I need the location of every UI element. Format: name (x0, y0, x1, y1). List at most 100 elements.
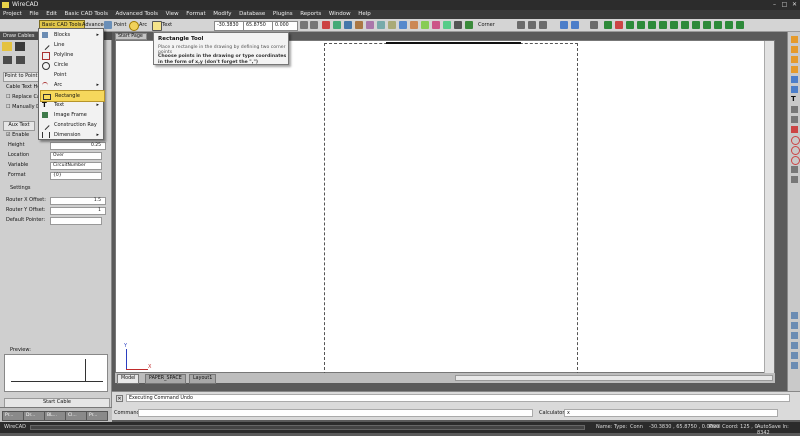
panel-tab-4[interactable]: Cl... (65, 411, 87, 421)
circle-tool-icon[interactable] (791, 136, 800, 145)
tab-layout1[interactable]: Layout1 (189, 374, 217, 384)
text-draw-icon[interactable]: T (791, 96, 798, 103)
drawing-canvas[interactable]: Y X (115, 40, 775, 375)
panel-tab-5[interactable]: Pr... (86, 411, 108, 421)
dimension-draw-icon[interactable] (791, 116, 798, 123)
point-tool-icon[interactable] (104, 21, 112, 29)
menu-modify[interactable]: Modify (210, 10, 234, 19)
menu-reports[interactable]: Reports (297, 10, 324, 19)
point-tool-label[interactable]: Point (114, 21, 126, 30)
ellipse-tool-icon[interactable] (791, 146, 800, 155)
menu-item-line[interactable]: Line (40, 40, 103, 51)
close-icon[interactable]: ✕ (790, 1, 799, 9)
menu-item-text[interactable]: T Text ▸ (40, 100, 103, 110)
menu-advanced-tools[interactable]: Advanced Tools (113, 10, 161, 19)
location-select[interactable]: Over (50, 152, 102, 160)
menu-edit[interactable]: Edit (43, 10, 60, 19)
trim-icon[interactable] (692, 21, 700, 29)
layer-icon[interactable] (454, 21, 462, 29)
grid-icon[interactable] (310, 21, 318, 29)
pointer-icon[interactable] (3, 56, 12, 64)
cable-tool-icon[interactable] (15, 42, 25, 51)
line-draw-icon[interactable] (791, 36, 798, 43)
hand-pan-icon[interactable] (791, 332, 798, 339)
extend-icon[interactable] (703, 21, 711, 29)
format-input[interactable]: {0} (50, 172, 102, 180)
zoom-window-icon[interactable] (539, 21, 547, 29)
zoom-previous-icon[interactable] (791, 322, 798, 329)
tangent-snap-icon[interactable] (410, 21, 418, 29)
pan-icon[interactable] (571, 21, 579, 29)
coord-z-field[interactable]: 0.000 (272, 21, 298, 31)
default-pointer-select[interactable] (50, 217, 102, 225)
polygon-draw-icon[interactable] (791, 86, 798, 93)
zoom-extents-icon[interactable] (791, 312, 798, 319)
start-page-tab[interactable]: Start Page (115, 33, 147, 40)
ortho-icon[interactable] (333, 21, 341, 29)
color-icon[interactable] (465, 21, 473, 29)
close-command-icon[interactable]: ✕ (116, 395, 123, 402)
panel-tab-2[interactable]: Dr... (23, 411, 45, 421)
menu-help[interactable]: Help (355, 10, 374, 19)
menu-format[interactable]: Format (183, 10, 208, 19)
height-input[interactable]: 0.25 (50, 142, 106, 150)
view-icon[interactable] (791, 362, 798, 369)
block-insert-icon[interactable] (791, 176, 798, 183)
menu-item-circle[interactable]: Circle (40, 60, 103, 70)
calculator-input[interactable]: x (564, 409, 778, 417)
panel-tab-1[interactable]: Pr... (2, 411, 24, 421)
zoom-realtime-icon[interactable] (791, 352, 798, 359)
endpoint-snap-icon[interactable] (355, 21, 363, 29)
enable-checkbox[interactable]: ☑ Enable (6, 132, 29, 138)
offset-icon[interactable] (714, 21, 722, 29)
perpendicular-snap-icon[interactable] (421, 21, 429, 29)
router-y-input[interactable]: 1 (50, 207, 106, 215)
menu-file[interactable]: File (26, 10, 41, 19)
center-snap-icon[interactable] (377, 21, 385, 29)
arc-draw-icon[interactable] (791, 56, 798, 63)
menu-item-blocks[interactable]: Blocks ▸ (40, 30, 103, 40)
rectangle-draw-icon[interactable] (791, 76, 798, 83)
menu-item-dimension[interactable]: Dimension ▸ (40, 130, 103, 140)
menu-window[interactable]: Window (326, 10, 354, 19)
panel-tab-3[interactable]: BL... (44, 411, 66, 421)
cross-snap-icon[interactable] (322, 21, 330, 29)
menu-item-arc[interactable]: Arc ▸ (40, 80, 103, 90)
chamfer-icon[interactable] (736, 21, 744, 29)
hatch-icon[interactable] (791, 106, 798, 113)
text-tool-label[interactable]: Text (162, 21, 172, 30)
manually-draw-checkbox[interactable]: ☐ Manually Dr (6, 104, 42, 110)
tab-paper-space[interactable]: PAPER_SPACE (145, 374, 186, 384)
menu-item-construction-ray[interactable]: Construction Ray (40, 120, 103, 131)
quadrant-snap-icon[interactable] (388, 21, 396, 29)
menu-view[interactable]: View (163, 10, 182, 19)
draw-cables-icon[interactable] (2, 42, 12, 51)
settings-icon[interactable] (604, 21, 612, 29)
vertical-scrollbar[interactable] (764, 41, 774, 373)
tab-model[interactable]: Model (117, 374, 140, 384)
polyline-draw-icon[interactable] (791, 46, 798, 53)
erase-icon[interactable] (791, 126, 798, 133)
menu-basic-cad-tools[interactable]: Basic CAD Tools (61, 10, 110, 19)
properties-icon[interactable] (590, 21, 598, 29)
variable-select[interactable]: CircuitNumber (50, 162, 102, 170)
zoom-out-icon[interactable] (528, 21, 536, 29)
aux-text-tab[interactable]: Aux Text (3, 121, 35, 131)
arc-tool-icon[interactable] (129, 21, 139, 31)
nearest-snap-icon[interactable] (432, 21, 440, 29)
zoom-all-icon[interactable] (791, 342, 798, 349)
spline-icon[interactable] (791, 166, 798, 173)
minimize-icon[interactable]: – (770, 1, 779, 9)
snap-icon[interactable] (300, 21, 308, 29)
menu-database[interactable]: Database (236, 10, 268, 19)
arc-tool-label[interactable]: Arc (139, 21, 147, 30)
rotate-icon[interactable] (648, 21, 656, 29)
circle-draw-icon[interactable] (791, 66, 798, 73)
command-input[interactable] (138, 409, 533, 417)
polar-icon[interactable] (344, 21, 352, 29)
donut-tool-icon[interactable] (791, 156, 800, 165)
menu-item-image-frame[interactable]: Image Frame (40, 110, 103, 120)
delete-icon[interactable] (615, 21, 623, 29)
maximize-icon[interactable]: □ (780, 1, 789, 9)
scale-icon[interactable] (670, 21, 678, 29)
